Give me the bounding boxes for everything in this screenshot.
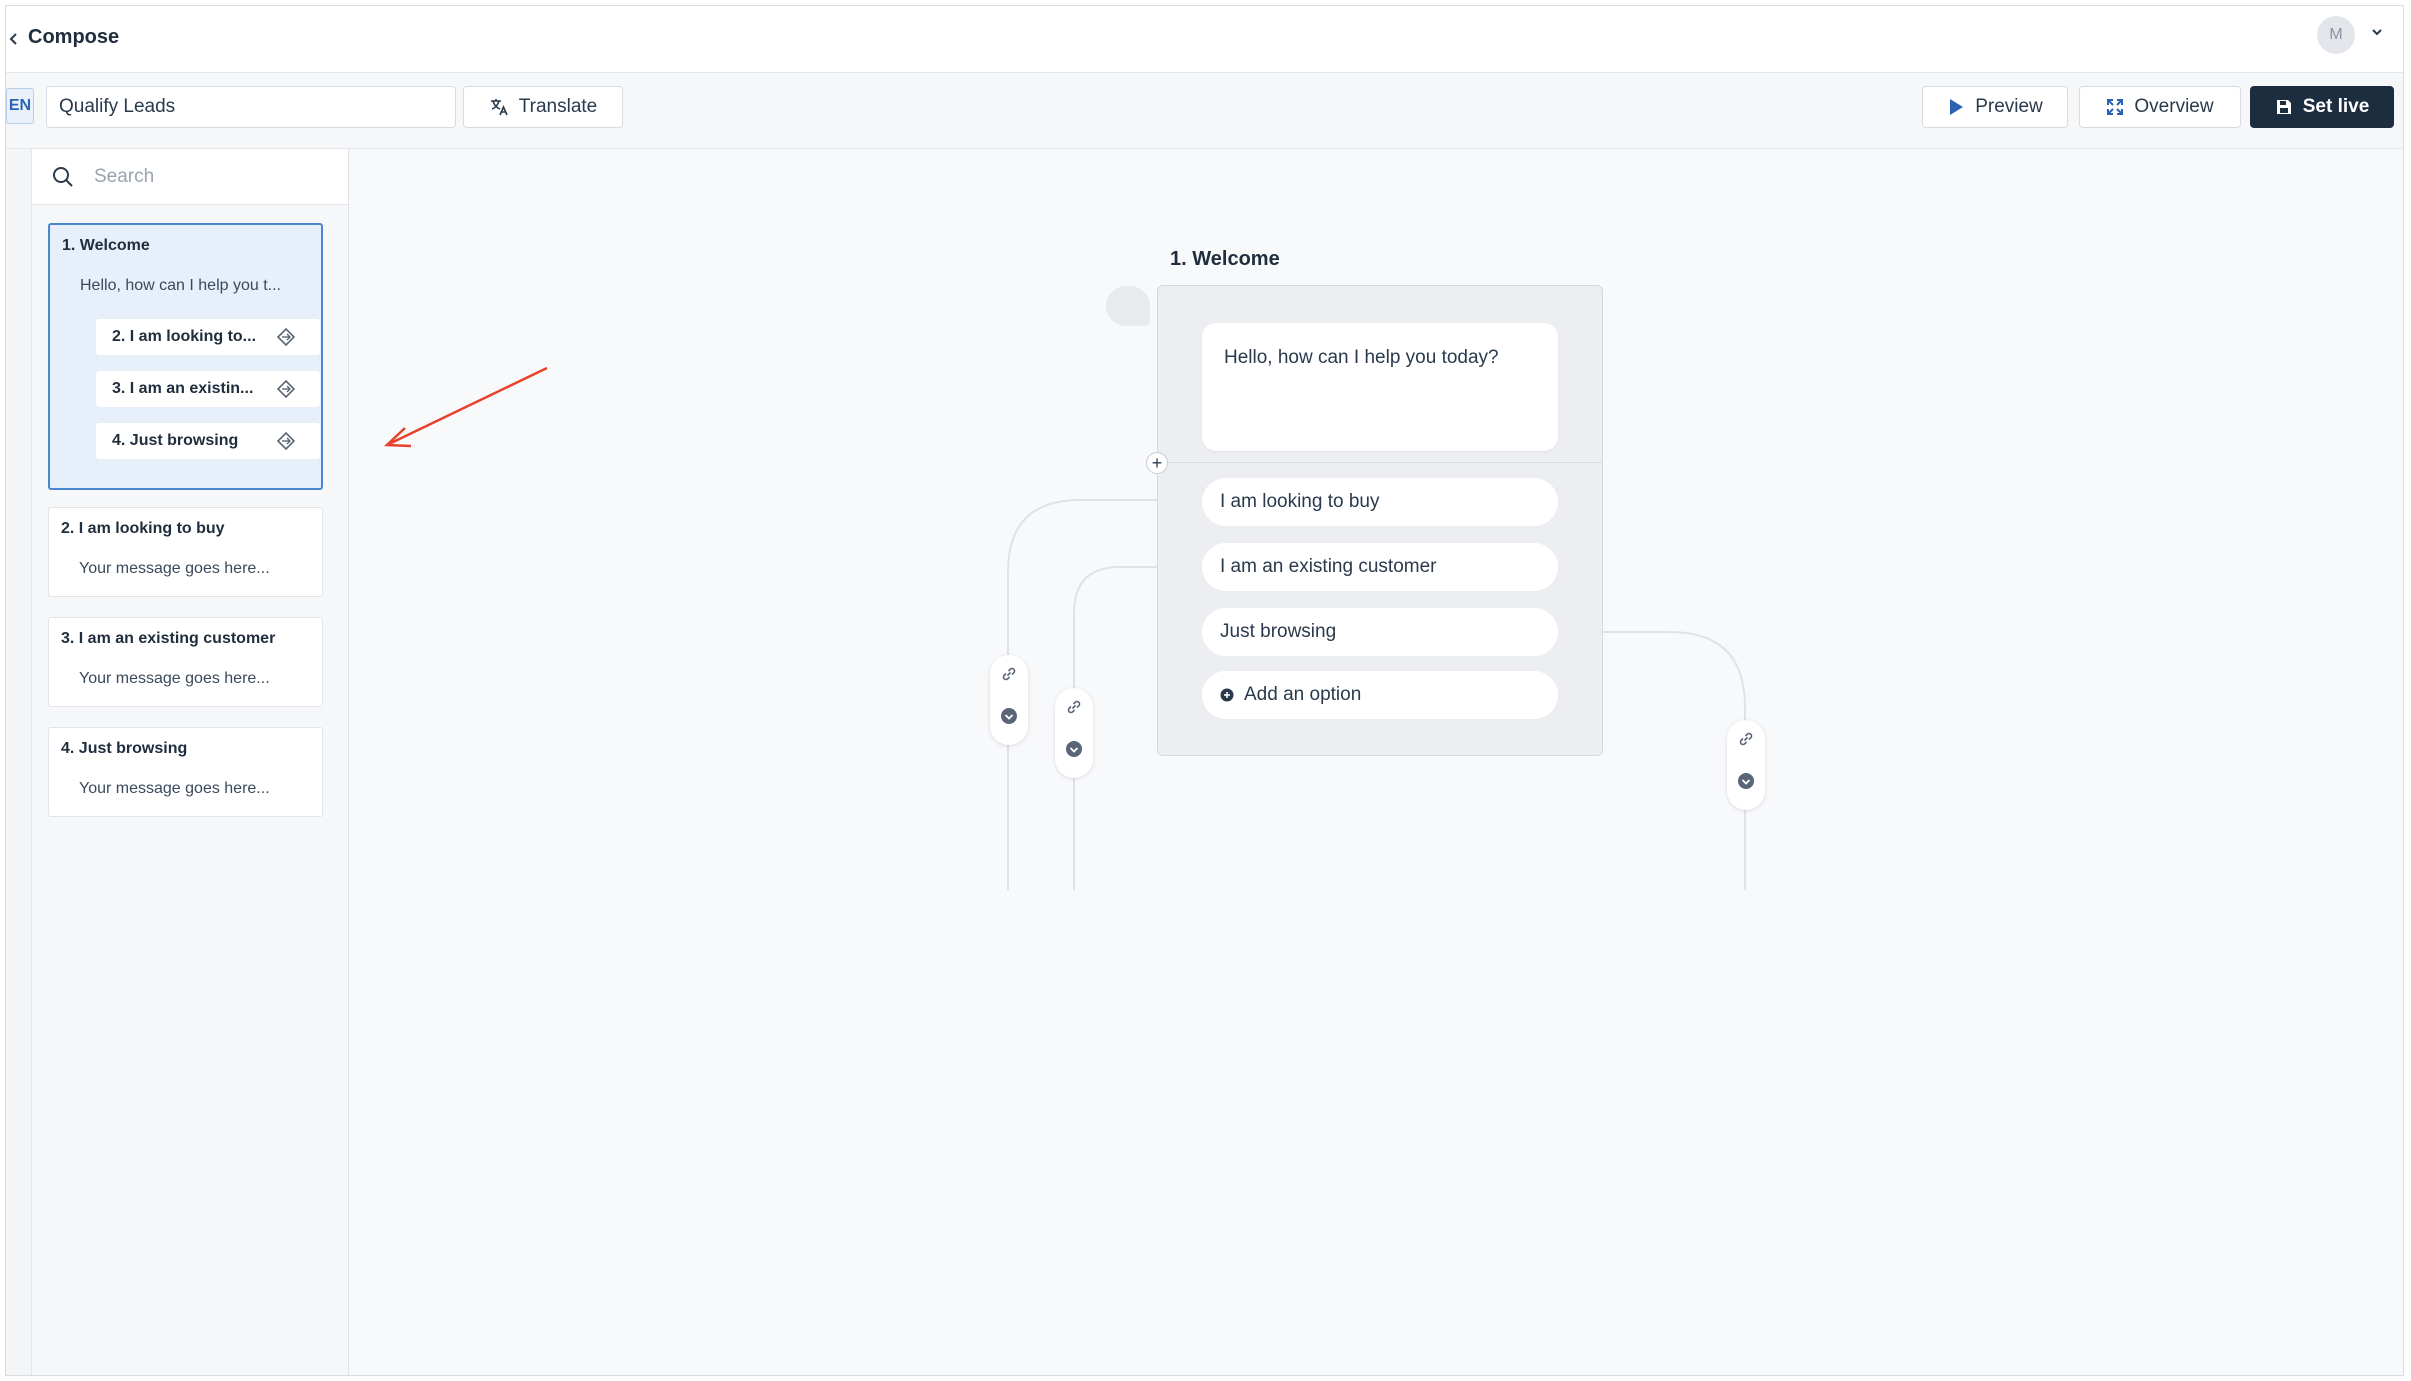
node-title: 1. Welcome (1170, 248, 1280, 271)
add-circle-icon[interactable] (1000, 707, 1018, 725)
message-bubble[interactable]: Hello, how can I help you today? (1202, 323, 1558, 451)
connection-handle[interactable] (1055, 688, 1093, 778)
node-name: Welcome (1192, 248, 1280, 270)
option-existing-customer[interactable]: I am an existing customer (1202, 543, 1558, 591)
add-circle-icon[interactable] (1737, 772, 1755, 790)
add-step-button[interactable]: + (1146, 452, 1168, 474)
node-number: 1. (1170, 248, 1187, 270)
link-icon[interactable] (1000, 665, 1018, 683)
add-option-button[interactable]: Add an option (1202, 671, 1558, 719)
option-just-browsing[interactable]: Just browsing (1202, 608, 1558, 656)
bot-avatar-bubble (1106, 286, 1150, 326)
add-circle-icon (1220, 688, 1234, 702)
add-circle-icon[interactable] (1065, 740, 1083, 758)
option-looking-to-buy[interactable]: I am looking to buy (1202, 478, 1558, 526)
link-icon[interactable] (1065, 698, 1083, 716)
message-text: Hello, how can I help you today? (1224, 347, 1499, 368)
add-option-label: Add an option (1244, 684, 1362, 705)
node-divider (1158, 462, 1602, 463)
connection-handle[interactable] (1727, 720, 1765, 810)
option-label: I am looking to buy (1220, 491, 1380, 512)
option-label: Just browsing (1220, 621, 1337, 642)
annotation-arrow-icon (383, 366, 548, 448)
option-label: I am an existing customer (1220, 556, 1437, 577)
connection-handle[interactable] (990, 655, 1028, 745)
link-icon[interactable] (1737, 730, 1755, 748)
